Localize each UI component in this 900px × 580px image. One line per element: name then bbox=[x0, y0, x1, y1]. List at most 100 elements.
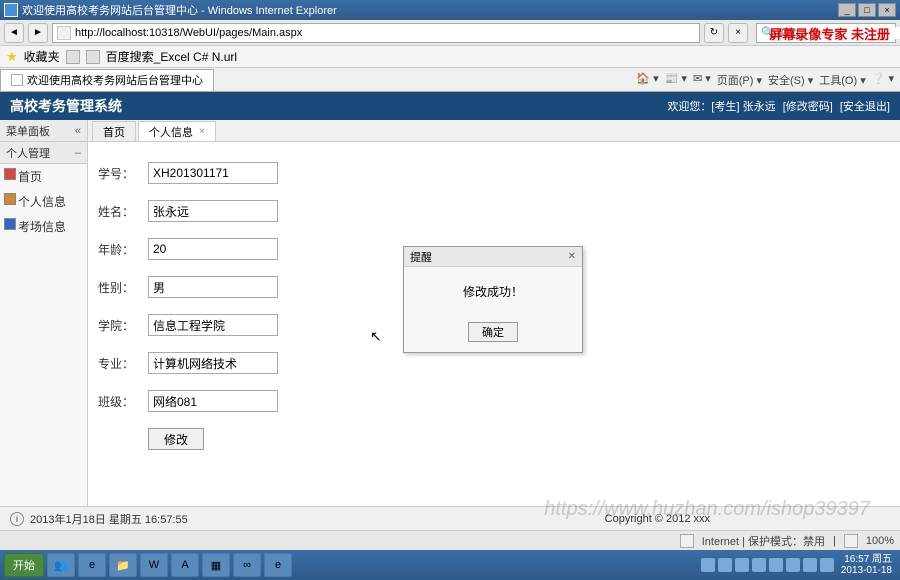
favorite-item[interactable]: 百度搜索_Excel C# N.url bbox=[106, 48, 237, 65]
content-area: 菜单面板 « 个人管理 – 首页 个人信息 考场信息 首页 个人信息 × 学号：… bbox=[0, 120, 900, 506]
clock-date: 2013-01-18 bbox=[841, 565, 892, 576]
modify-button[interactable]: 修改 bbox=[148, 428, 204, 450]
protected-mode-icon bbox=[844, 534, 858, 548]
tray-icon-6[interactable] bbox=[786, 558, 800, 572]
help-menu[interactable]: ❔ ▾ bbox=[872, 72, 894, 88]
tray-icon-8[interactable] bbox=[820, 558, 834, 572]
tray-icon-4[interactable] bbox=[752, 558, 766, 572]
input-name[interactable] bbox=[148, 200, 278, 222]
label-student-id: 学号： bbox=[98, 165, 148, 182]
forward-button[interactable]: ► bbox=[28, 23, 48, 43]
browser-tab-row: 欢迎使用高校考务网站后台管理中心 🏠 ▾ 📰 ▾ ✉ ▾ 页面(P) ▾ 安全(… bbox=[0, 68, 900, 92]
stop-button[interactable]: × bbox=[728, 23, 748, 43]
label-college: 学院： bbox=[98, 317, 148, 334]
welcome-prefix: 欢迎您：[考生] bbox=[667, 101, 739, 113]
refresh-button[interactable]: ↻ bbox=[704, 23, 724, 43]
mail-menu[interactable]: ✉ ▾ bbox=[693, 72, 711, 88]
main-panel: 首页 个人信息 × 学号： 姓名： 年龄： 性别： 学院： 专业： 班级： 修改… bbox=[88, 120, 900, 506]
tab-title: 欢迎使用高校考务网站后台管理中心 bbox=[27, 72, 203, 88]
tray-icon-1[interactable] bbox=[701, 558, 715, 572]
dialog-close-icon[interactable]: ✕ bbox=[568, 251, 576, 262]
sidebar-item-personal-info[interactable]: 个人信息 bbox=[0, 189, 87, 214]
taskbar-app-1[interactable]: 👥 bbox=[47, 553, 75, 577]
address-bar[interactable] bbox=[52, 23, 700, 43]
feed-menu[interactable]: 📰 ▾ bbox=[665, 72, 687, 88]
input-major[interactable] bbox=[148, 352, 278, 374]
form-area: 学号： 姓名： 年龄： 性别： 学院： 专业： 班级： 修改 提醒 ✕ 修改成功… bbox=[88, 142, 900, 470]
sidebar-item-exam-room[interactable]: 考场信息 bbox=[0, 214, 87, 239]
favorites-label[interactable]: 收藏夹 bbox=[24, 48, 60, 65]
url-input[interactable] bbox=[75, 27, 695, 39]
ie-command-bar: 🏠 ▾ 📰 ▾ ✉ ▾ 页面(P) ▾ 安全(S) ▾ 工具(O) ▾ ❔ ▾ bbox=[636, 72, 900, 88]
safety-menu[interactable]: 安全(S) ▾ bbox=[768, 72, 813, 88]
page-menu[interactable]: 页面(P) ▾ bbox=[717, 72, 762, 88]
tab-personal-info[interactable]: 个人信息 × bbox=[138, 121, 216, 141]
fav-icon-1[interactable] bbox=[66, 50, 80, 64]
taskbar-app-3[interactable]: 📁 bbox=[109, 553, 137, 577]
collapse-section-icon[interactable]: – bbox=[75, 147, 81, 159]
footer-copyright: Copyright © 2012 xxx bbox=[605, 513, 710, 525]
recorder-watermark: 屏幕录像专家 未注册 bbox=[769, 24, 890, 43]
input-student-id[interactable] bbox=[148, 162, 278, 184]
clock-time: 16:57 周五 bbox=[841, 554, 892, 565]
label-age: 年龄： bbox=[98, 241, 148, 258]
sidebar-section-header[interactable]: 个人管理 – bbox=[0, 142, 87, 164]
welcome-user: 张永远 bbox=[743, 101, 776, 113]
dialog-message: 修改成功！ bbox=[404, 267, 582, 316]
back-button[interactable]: ◄ bbox=[4, 23, 24, 43]
dialog-title: 提醒 bbox=[410, 249, 432, 265]
input-college[interactable] bbox=[148, 314, 278, 336]
tab-close-icon[interactable]: × bbox=[199, 126, 205, 137]
fav-icon-2[interactable] bbox=[86, 50, 100, 64]
label-gender: 性别： bbox=[98, 279, 148, 296]
input-class[interactable] bbox=[148, 390, 278, 412]
main-tabs: 首页 个人信息 × bbox=[88, 120, 900, 142]
welcome-text: 欢迎您：[考生] 张永远 [修改密码] [安全退出] bbox=[667, 98, 890, 114]
tab-home[interactable]: 首页 bbox=[92, 121, 136, 141]
close-button[interactable]: × bbox=[878, 3, 896, 17]
page-icon bbox=[57, 26, 71, 40]
alert-dialog: 提醒 ✕ 修改成功！ 确定 bbox=[403, 246, 583, 353]
change-password-link[interactable]: [修改密码] bbox=[783, 101, 833, 113]
home-menu[interactable]: 🏠 ▾ bbox=[636, 72, 658, 88]
page-footer: i 2013年1月18日 星期五 16:57:55 Copyright © 20… bbox=[0, 506, 900, 530]
favorites-star-icon[interactable]: ★ bbox=[6, 49, 18, 65]
dialog-ok-button[interactable]: 确定 bbox=[468, 322, 518, 342]
zoom-level[interactable]: 100% bbox=[866, 535, 894, 547]
sidebar-item-home[interactable]: 首页 bbox=[0, 164, 87, 189]
taskbar-app-5[interactable]: ▦ bbox=[202, 553, 230, 577]
logout-link[interactable]: [安全退出] bbox=[840, 101, 890, 113]
tray-icon-2[interactable] bbox=[718, 558, 732, 572]
sidebar-section-title: 个人管理 bbox=[6, 145, 50, 161]
minimize-button[interactable]: _ bbox=[838, 3, 856, 17]
system-title: 高校考务管理系统 bbox=[10, 96, 667, 116]
taskbar-app-access[interactable]: A bbox=[171, 553, 199, 577]
taskbar-app-2[interactable]: e bbox=[78, 553, 106, 577]
taskbar-clock[interactable]: 16:57 周五 2013-01-18 bbox=[837, 554, 896, 576]
collapse-sidebar-icon[interactable]: « bbox=[75, 125, 81, 137]
taskbar-app-ie[interactable]: e bbox=[264, 553, 292, 577]
window-buttons: _ □ × bbox=[838, 3, 896, 17]
ie-statusbar: Internet | 保护模式：禁用 | 100% bbox=[0, 530, 900, 550]
address-toolbar: ◄ ► ↻ × 🔍 bbox=[0, 20, 900, 46]
taskbar-app-vs[interactable]: ∞ bbox=[233, 553, 261, 577]
info-icon: i bbox=[10, 512, 24, 526]
maximize-button[interactable]: □ bbox=[858, 3, 876, 17]
browser-tab[interactable]: 欢迎使用高校考务网站后台管理中心 bbox=[0, 69, 214, 91]
ie-icon bbox=[4, 3, 18, 17]
tray-icon-3[interactable] bbox=[735, 558, 749, 572]
taskbar-app-word[interactable]: W bbox=[140, 553, 168, 577]
tray-icon-5[interactable] bbox=[769, 558, 783, 572]
tools-menu[interactable]: 工具(O) ▾ bbox=[819, 72, 865, 88]
system-header: 高校考务管理系统 欢迎您：[考生] 张永远 [修改密码] [安全退出] bbox=[0, 92, 900, 120]
tab-home-label: 首页 bbox=[103, 124, 125, 140]
input-gender[interactable] bbox=[148, 276, 278, 298]
tray-icon-7[interactable] bbox=[803, 558, 817, 572]
start-button[interactable]: 开始 bbox=[4, 553, 44, 577]
input-age[interactable] bbox=[148, 238, 278, 260]
label-class: 班级： bbox=[98, 393, 148, 410]
start-label: 开始 bbox=[13, 557, 35, 573]
window-title: 欢迎使用高校考务网站后台管理中心 - Windows Internet Expl… bbox=[22, 2, 838, 18]
sidebar: 菜单面板 « 个人管理 – 首页 个人信息 考场信息 bbox=[0, 120, 88, 506]
favorites-bar: ★ 收藏夹 百度搜索_Excel C# N.url bbox=[0, 46, 900, 68]
